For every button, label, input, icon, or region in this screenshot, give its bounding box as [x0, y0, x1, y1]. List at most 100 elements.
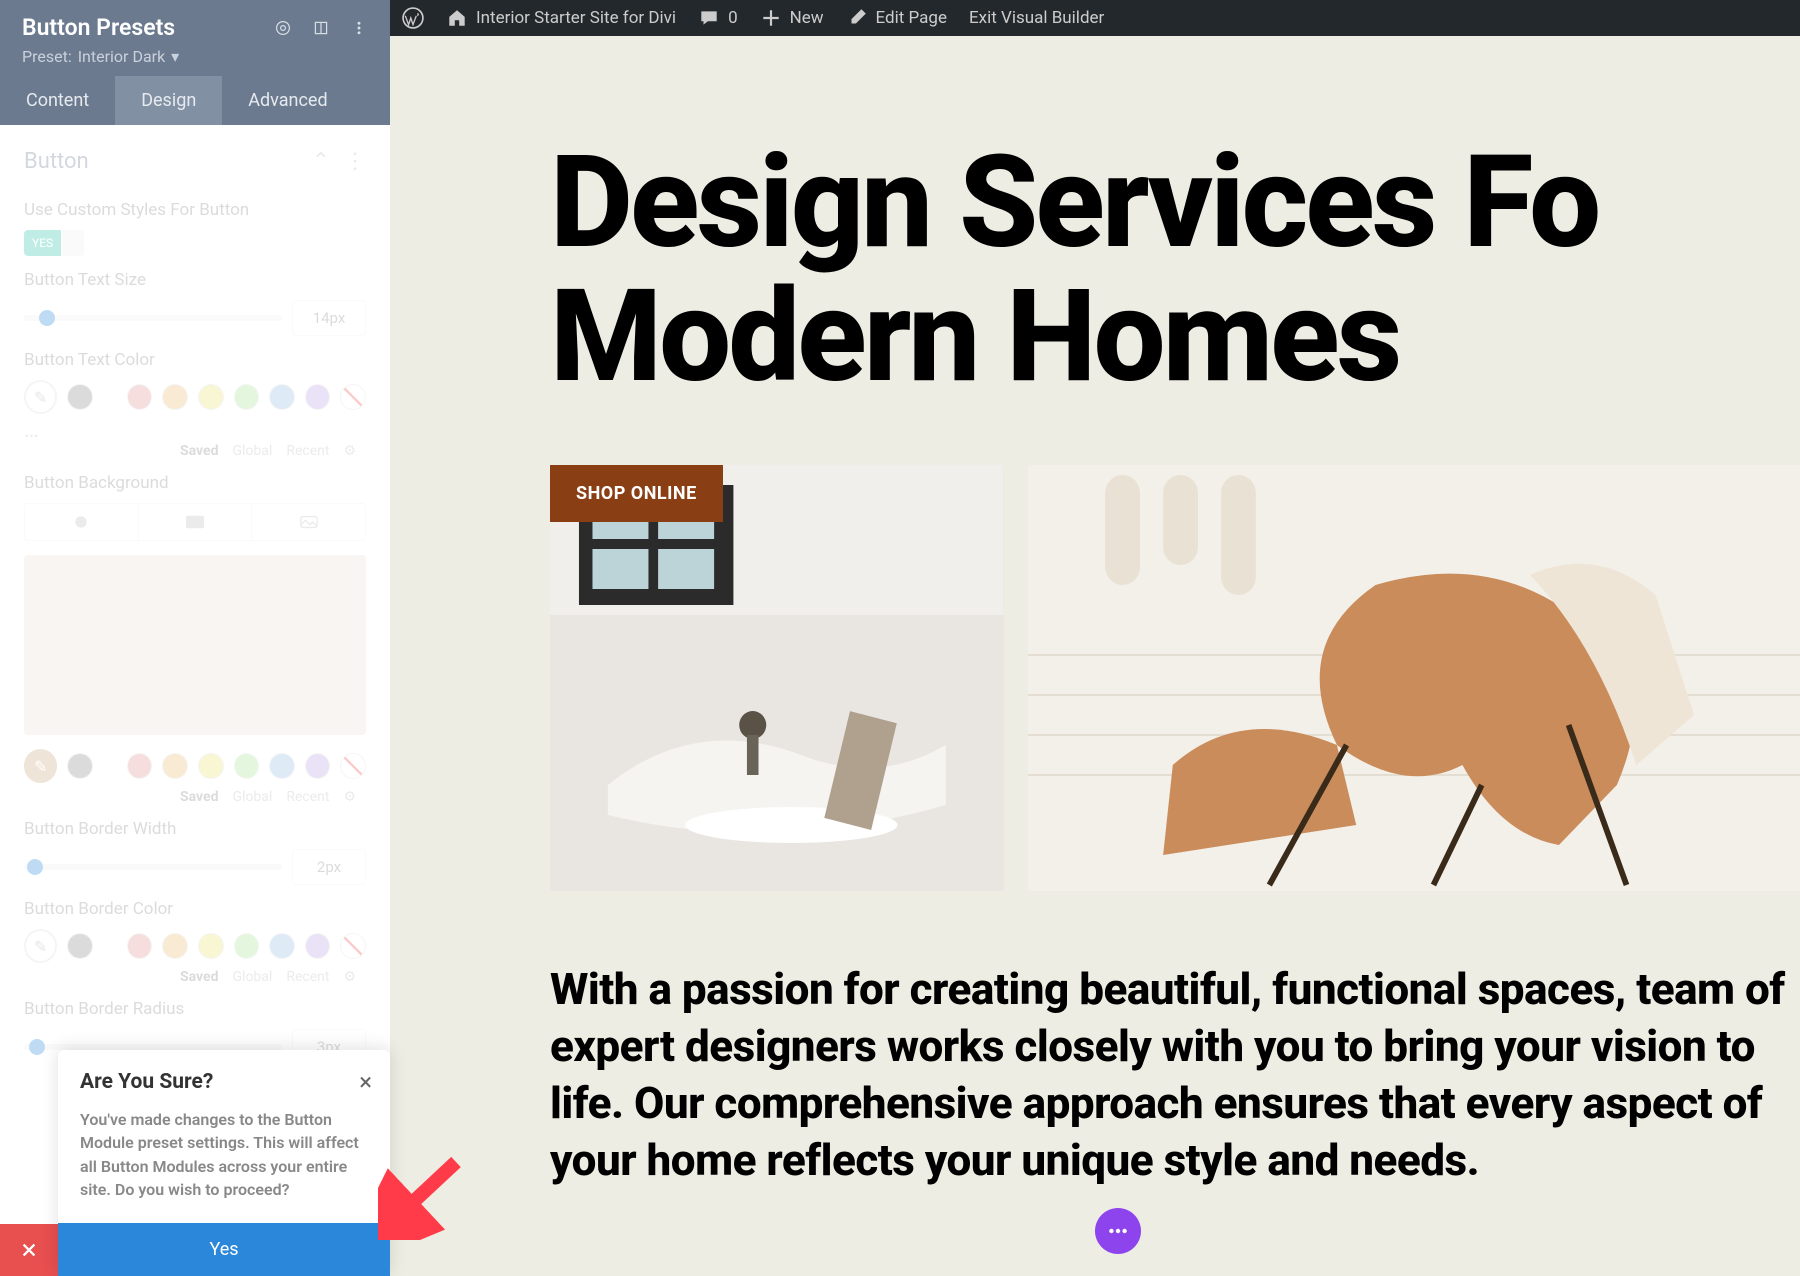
divi-fab-button[interactable]: [1095, 1208, 1141, 1254]
exit-vb-label: Exit Visual Builder: [969, 8, 1104, 28]
use-custom-toggle[interactable]: YES: [24, 230, 84, 256]
border-width-slider[interactable]: [24, 864, 282, 870]
swatch-none[interactable]: [340, 933, 366, 959]
kebab-icon: ⋮: [344, 149, 366, 174]
background-preview[interactable]: [24, 555, 366, 735]
gear-icon[interactable]: ⚙: [343, 443, 356, 459]
chevron-up-icon: ⌃: [312, 149, 330, 174]
eyedropper-icon[interactable]: ✎: [24, 749, 57, 783]
preset-prefix: Preset:: [22, 47, 72, 66]
expand-icon[interactable]: [312, 19, 330, 37]
wp-logo[interactable]: [402, 7, 424, 29]
meta-saved[interactable]: Saved: [180, 969, 218, 985]
palette-meta: Saved Global Recent ⚙: [180, 443, 366, 459]
swatch[interactable]: [269, 384, 295, 410]
swatch[interactable]: [305, 753, 331, 779]
swatch[interactable]: [234, 384, 260, 410]
swatch[interactable]: [162, 933, 188, 959]
preset-selector[interactable]: Preset: Interior Dark ▾: [22, 47, 368, 66]
close-icon[interactable]: ×: [359, 1068, 372, 1096]
swatch[interactable]: [127, 384, 153, 410]
comment-count: 0: [728, 8, 738, 28]
meta-saved[interactable]: Saved: [180, 443, 218, 459]
comments-link[interactable]: 0: [698, 7, 738, 29]
border-radius-label: Button Border Radius: [24, 999, 366, 1019]
swatch[interactable]: [234, 753, 260, 779]
sidebar-tabs: Content Design Advanced: [0, 76, 390, 125]
swatch[interactable]: [305, 384, 331, 410]
exit-vb-link[interactable]: Exit Visual Builder: [969, 8, 1104, 28]
image-right: [1028, 465, 1800, 891]
swatch-grey[interactable]: [67, 384, 93, 410]
kebab-icon[interactable]: [350, 19, 368, 37]
swatch[interactable]: [305, 933, 331, 959]
swatch[interactable]: [198, 753, 224, 779]
slider-thumb: [29, 1039, 45, 1055]
meta-recent[interactable]: Recent: [286, 443, 329, 459]
site-name-link[interactable]: Interior Starter Site for Divi: [446, 7, 676, 29]
border-width-label: Button Border Width: [24, 819, 366, 839]
eyedropper-icon[interactable]: ✎: [24, 380, 57, 414]
section-title: Button: [24, 149, 89, 174]
border-color-swatches: ✎: [24, 929, 366, 963]
tab-content[interactable]: Content: [0, 76, 115, 125]
modal-body: You've made changes to the Button Module…: [80, 1108, 368, 1201]
meta-saved[interactable]: Saved: [180, 789, 218, 805]
text-color-label: Button Text Color: [24, 350, 366, 370]
meta-global[interactable]: Global: [233, 789, 273, 805]
swatch[interactable]: [234, 933, 260, 959]
swatch[interactable]: [162, 384, 188, 410]
modal-yes-button[interactable]: Yes: [58, 1223, 390, 1276]
edit-page-link[interactable]: Edit Page: [846, 7, 947, 29]
bg-tab-color[interactable]: [25, 504, 139, 540]
toggle-yes: YES: [24, 230, 61, 256]
meta-recent[interactable]: Recent: [286, 789, 329, 805]
swatch-none[interactable]: [340, 384, 366, 410]
palette-meta: Saved Global Recent ⚙: [180, 789, 366, 805]
hero-images: SHOP ONLINE: [550, 465, 1800, 891]
meta-global[interactable]: Global: [233, 443, 273, 459]
swatch[interactable]: [127, 933, 153, 959]
swatch[interactable]: [198, 933, 224, 959]
tab-advanced[interactable]: Advanced: [222, 76, 353, 125]
bg-swatches: ✎: [24, 749, 366, 783]
meta-recent[interactable]: Recent: [286, 969, 329, 985]
chevron-down-icon: ▾: [171, 47, 179, 66]
image-left: SHOP ONLINE: [550, 465, 1004, 891]
swatch-grey[interactable]: [67, 753, 93, 779]
swatch[interactable]: [269, 933, 295, 959]
sidebar-header: Button Presets Preset: Interior Dark ▾: [0, 0, 390, 76]
swatch[interactable]: [162, 753, 188, 779]
meta-global[interactable]: Global: [233, 969, 273, 985]
background-label: Button Background: [24, 473, 366, 493]
new-link[interactable]: New: [760, 7, 824, 29]
use-custom-label: Use Custom Styles For Button: [24, 200, 366, 220]
swatch[interactable]: [269, 753, 295, 779]
border-width-value[interactable]: 2px: [292, 849, 366, 885]
preset-name: Interior Dark: [78, 47, 165, 66]
shop-online-button[interactable]: SHOP ONLINE: [550, 465, 723, 522]
bg-tab-image[interactable]: [252, 504, 365, 540]
swatch[interactable]: [127, 753, 153, 779]
border-color-label: Button Border Color: [24, 899, 366, 919]
cancel-button[interactable]: [0, 1224, 58, 1276]
border-radius-slider[interactable]: [24, 1044, 282, 1050]
text-size-slider[interactable]: [24, 315, 282, 321]
swatch-grey[interactable]: [67, 933, 93, 959]
gear-icon[interactable]: ⚙: [343, 789, 356, 805]
tab-design[interactable]: Design: [115, 76, 222, 125]
help-icon[interactable]: [274, 19, 292, 37]
bg-tab-gradient[interactable]: [139, 504, 253, 540]
palette-meta: Saved Global Recent ⚙: [180, 969, 366, 985]
swatch[interactable]: [198, 384, 224, 410]
section-button[interactable]: Button ⌃ ⋮: [24, 141, 366, 186]
home-icon: [446, 7, 468, 29]
background-tabs: [24, 503, 366, 541]
eyedropper-icon[interactable]: ✎: [24, 929, 57, 963]
text-color-swatches: ✎: [24, 380, 366, 414]
slider-thumb: [39, 310, 55, 326]
swatch-none[interactable]: [340, 753, 366, 779]
gear-icon[interactable]: ⚙: [343, 969, 356, 985]
intro-paragraph: With a passion for creating beautiful, f…: [550, 961, 1800, 1190]
text-size-value[interactable]: 14px: [292, 300, 366, 336]
